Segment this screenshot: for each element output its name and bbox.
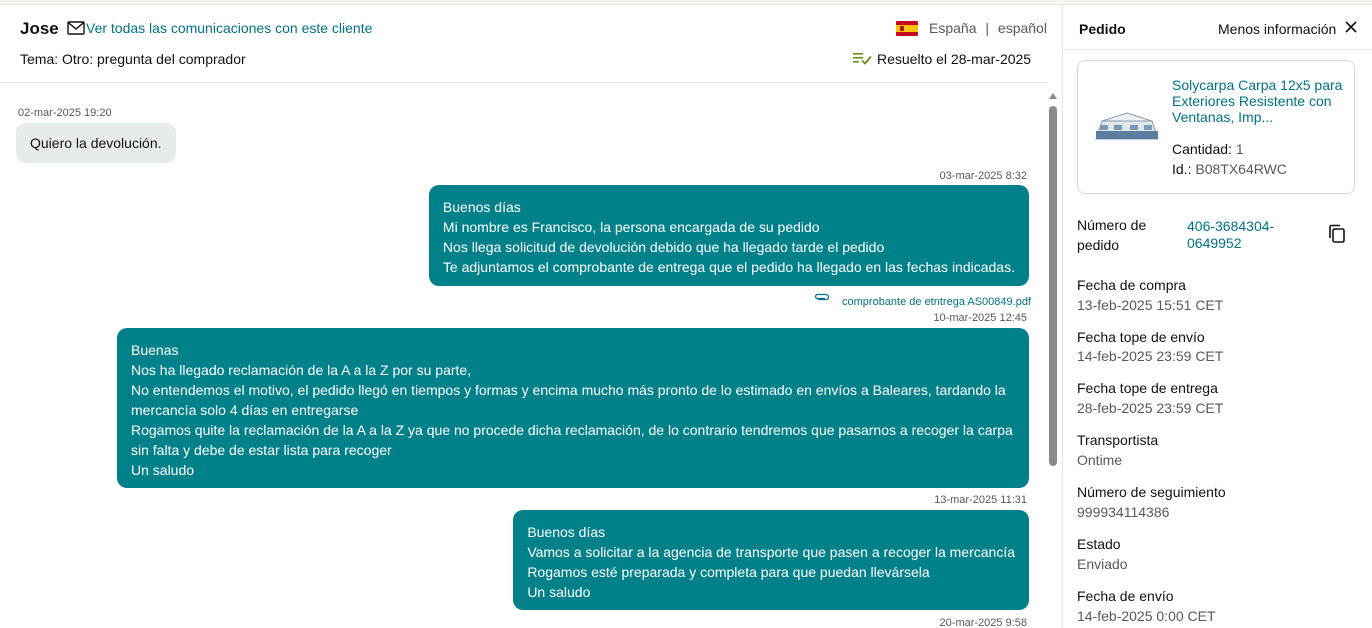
- order-panel: Pedido Menos información Solycarpa Carpa…: [1062, 5, 1372, 628]
- product-id: Id.: B08TX64RWC: [1172, 161, 1287, 177]
- mail-icon[interactable]: [67, 21, 85, 35]
- ship-by-label: Fecha tope de envío: [1077, 329, 1205, 345]
- outgoing-message: Buenos días Vamos a solicitar a la agenc…: [513, 510, 1029, 610]
- carrier-label: Transportista: [1077, 432, 1159, 448]
- order-panel-title: Pedido: [1079, 21, 1126, 37]
- status-value: Enviado: [1077, 556, 1128, 572]
- paperclip-icon: [814, 293, 830, 301]
- message-line: Un saludo: [527, 584, 591, 600]
- message-line: Buenos días: [442, 199, 521, 215]
- message-line: Un saludo: [131, 462, 195, 478]
- purchase-date-label: Fecha de compra: [1077, 277, 1186, 293]
- product-quantity: Cantidad: 1: [1172, 141, 1244, 157]
- language: español: [997, 20, 1047, 36]
- all-communications-link[interactable]: Ver todas las comunicaciones con este cl…: [86, 20, 372, 36]
- divider: [1063, 49, 1372, 50]
- message-timestamp: 02-mar-2025 19:20: [18, 107, 112, 119]
- less-info-button[interactable]: Menos información: [1218, 21, 1336, 37]
- ship-date-label: Fecha de envío: [1077, 588, 1174, 604]
- message-line: Buenos días: [527, 524, 606, 540]
- message-line: Mi nombre es Francisco, la persona encar…: [442, 219, 820, 235]
- message-line: Buenas: [131, 342, 179, 358]
- spain-flag-icon: [896, 21, 918, 36]
- resolved-check-icon: [853, 53, 872, 65]
- customer-name: Jose: [20, 19, 59, 38]
- conversation-topic: Tema: Otro: pregunta del comprador: [20, 51, 246, 67]
- incoming-message: Quiero la devolución.: [16, 123, 176, 163]
- scroll-up-arrow-icon[interactable]: [1049, 93, 1057, 99]
- order-number-link[interactable]: 406-3684304-0649952: [1187, 218, 1307, 252]
- order-number-label: Número de pedido: [1077, 217, 1147, 253]
- tracking-value: 999934114386: [1077, 504, 1170, 520]
- product-card: Solycarpa Carpa 12x5 para Exteriores Res…: [1077, 60, 1355, 194]
- thread-scrollbar[interactable]: [1046, 91, 1060, 628]
- tracking-label: Número de seguimiento: [1077, 484, 1226, 500]
- outgoing-message: Buenos días Mi nombre es Francisco, la p…: [428, 185, 1029, 286]
- message-thread: 02-mar-2025 19:20 Quiero la devolución. …: [0, 84, 1046, 628]
- message-line: Nos ha llegado reclamación de la A a la …: [131, 362, 472, 378]
- ship-date-value: 14-feb-2025 0:00 CET: [1077, 608, 1216, 624]
- country: España: [929, 20, 977, 36]
- outgoing-message: Buenas Nos ha llegado reclamación de la …: [117, 328, 1029, 488]
- ship-by-value: 14-feb-2025 23:59 CET: [1077, 348, 1224, 364]
- copy-icon[interactable]: [1328, 224, 1346, 244]
- id-value: B08TX64RWC: [1195, 161, 1287, 177]
- id-label: Id.:: [1172, 161, 1192, 177]
- deliver-by-value: 28-feb-2025 23:59 CET: [1077, 400, 1224, 416]
- conversation-header: Jose Ver todas las comunicaciones con es…: [0, 5, 1048, 83]
- quantity-value: 1: [1235, 141, 1244, 157]
- message-line: Rogamos quite la reclamación de la A a l…: [131, 422, 1013, 458]
- status-label: Estado: [1077, 536, 1121, 552]
- quantity-label: Cantidad:: [1172, 141, 1232, 157]
- message-line: Vamos a solicitar a la agencia de transp…: [527, 544, 1015, 560]
- scroll-thumb[interactable]: [1049, 106, 1057, 466]
- message-timestamp: 13-mar-2025 11:31: [934, 494, 1027, 506]
- resolved-status: Resuelto el 28-mar-2025: [877, 51, 1032, 67]
- message-line: Rogamos esté preparada y completa para q…: [527, 564, 930, 580]
- attachment-link[interactable]: comprobante de etntrega AS00849.pdf: [842, 296, 1031, 308]
- message-line: Quiero la devolución.: [30, 135, 162, 151]
- product-image[interactable]: [1092, 109, 1160, 145]
- message-line: Nos llega solicitud de devolución debido…: [442, 239, 885, 255]
- conversation-pane: Jose Ver todas las comunicaciones con es…: [0, 5, 1062, 628]
- message-line: Te adjuntamos el comprobante de entrega …: [442, 259, 1015, 275]
- carrier-value: Ontime: [1077, 452, 1123, 468]
- locale-separator: |: [985, 20, 990, 36]
- close-icon[interactable]: [1344, 20, 1358, 34]
- purchase-date-value: 13-feb-2025 15:51 CET: [1077, 297, 1224, 313]
- message-timestamp: 03-mar-2025 8:32: [939, 170, 1027, 182]
- message-timestamp: 20-mar-2025 9:58: [939, 617, 1027, 628]
- product-title-link[interactable]: Solycarpa Carpa 12x5 para Exteriores Res…: [1172, 77, 1344, 125]
- locale-info: España | español: [929, 20, 1047, 36]
- message-line: No entendemos el motivo, el pedido llegó…: [131, 382, 1006, 418]
- deliver-by-label: Fecha tope de entrega: [1077, 380, 1218, 396]
- message-timestamp: 10-mar-2025 12:45: [933, 312, 1027, 324]
